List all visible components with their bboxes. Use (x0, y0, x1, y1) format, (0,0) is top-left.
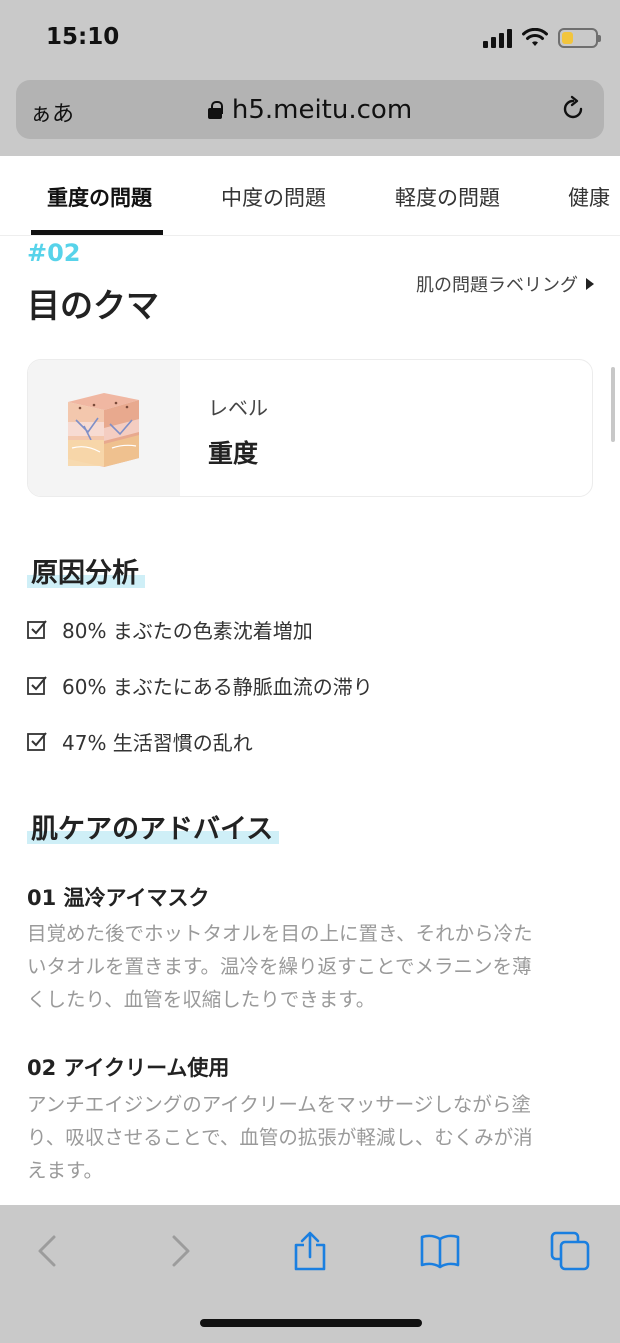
level-label: レベル (208, 396, 268, 420)
tab-healthy[interactable]: 健康 (568, 182, 610, 212)
cause-item-text: 47% 生活習慣の乱れ (62, 731, 253, 755)
advice-line: り、吸収させることで、血管の拡張が軽減し、むくみが消 (27, 1126, 533, 1149)
browser-chrome: 15:10 ぁあ h5.meitu.com (0, 0, 620, 156)
cause-item: 60% まぶたにある静脈血流の滞り (27, 671, 373, 700)
cause-section-title: 原因分析 (27, 551, 145, 590)
address-bar[interactable]: ぁあ h5.meitu.com (16, 80, 604, 139)
url-field[interactable]: h5.meitu.com (16, 95, 604, 125)
checkbox-checked-icon (27, 732, 47, 751)
checkbox-checked-icon (27, 620, 47, 639)
status-time: 15:10 (46, 24, 120, 50)
active-tab-indicator (31, 230, 163, 235)
advice-line: 目覚めた後でホットタオルを目の上に置き、それから冷た (27, 922, 533, 945)
battery-icon (558, 28, 601, 48)
issue-number: #02 (27, 239, 81, 267)
skin-cube-icon (68, 393, 139, 467)
back-icon[interactable] (28, 1231, 68, 1271)
advice-item-title: 02 アイクリーム使用 (27, 1056, 230, 1080)
share-icon[interactable] (290, 1231, 330, 1271)
tabs-icon[interactable] (550, 1231, 590, 1271)
advice-item-text: アンチエイジングのアイクリームをマッサージしながら塗 り、吸収させることで、血管… (27, 1088, 593, 1187)
level-card: レベル 重度 (27, 359, 593, 497)
tab-mild[interactable]: 軽度の問題 (395, 182, 500, 212)
lock-icon (207, 101, 223, 119)
advice-line: アンチエイジングのアイクリームをマッサージしながら塗 (27, 1093, 531, 1116)
cause-item-text: 80% まぶたの色素沈着増加 (62, 619, 313, 643)
home-indicator (200, 1319, 422, 1327)
tab-moderate[interactable]: 中度の問題 (221, 182, 326, 212)
cellular-signal-icon (483, 28, 512, 48)
scrollbar[interactable] (611, 367, 615, 442)
skin-illustration (28, 360, 180, 496)
status-icons (483, 25, 601, 51)
advice-section-title: 肌ケアのアドバイス (27, 807, 280, 846)
url-text: h5.meitu.com (231, 95, 413, 125)
category-tabs: 重度の問題 中度の問題 軽度の問題 健康 (0, 156, 620, 236)
advice-line: えます。 (27, 1159, 104, 1182)
cause-section-title-text: 原因分析 (31, 558, 139, 589)
tab-severe[interactable]: 重度の問題 (47, 182, 152, 212)
issue-title: 目のクマ (27, 286, 159, 325)
cause-item: 47% 生活習慣の乱れ (27, 727, 253, 756)
reload-icon[interactable] (558, 94, 588, 124)
cause-item-text: 60% まぶたにある静脈血流の滞り (62, 675, 373, 699)
checkbox-checked-icon (27, 676, 47, 695)
skin-labeling-link[interactable]: 肌の問題ラベリング (416, 271, 594, 297)
cause-item: 80% まぶたの色素沈着増加 (27, 615, 313, 644)
status-bar: 15:10 (0, 0, 620, 74)
advice-item-title: 01 温冷アイマスク (27, 886, 210, 910)
advice-item-text: 目覚めた後でホットタオルを目の上に置き、それから冷た いタオルを置きます。温冷を… (27, 917, 593, 1016)
forward-icon[interactable] (160, 1231, 200, 1271)
advice-section-title-text: 肌ケアのアドバイス (31, 814, 274, 845)
advice-line: いタオルを置きます。温冷を繰り返すことでメラニンを薄 (27, 955, 532, 978)
level-value: 重度 (208, 439, 259, 468)
play-arrow-icon (586, 278, 594, 290)
main-content: #02 目のクマ 肌の問題ラベリング レベル 重度 原因分析 80% まぶたの色… (0, 237, 620, 1205)
advice-line: くしたり、血管を収縮したりできます。 (27, 988, 376, 1011)
skin-labeling-link-text: 肌の問題ラベリング (416, 275, 578, 296)
wifi-icon (522, 28, 548, 48)
bookmarks-icon[interactable] (420, 1231, 460, 1271)
